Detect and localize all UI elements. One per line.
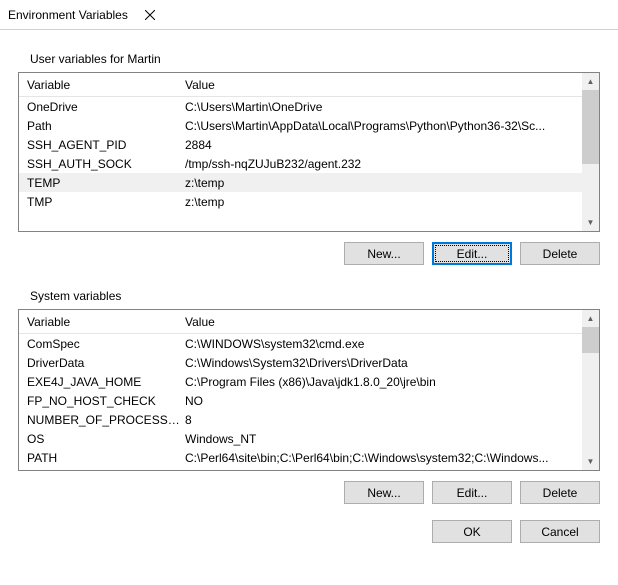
table-row[interactable]: TEMPz:\temp	[19, 173, 582, 192]
user-variables-group: User variables for Martin Variable Value…	[18, 44, 600, 265]
cell-variable: ComSpec	[19, 337, 181, 351]
cell-value: C:\Users\Martin\OneDrive	[181, 100, 582, 114]
table-row[interactable]: SSH_AUTH_SOCK/tmp/ssh-nqZUJuB232/agent.2…	[19, 154, 582, 173]
cell-variable: PATH	[19, 451, 181, 465]
cell-variable: OneDrive	[19, 100, 181, 114]
cell-variable: TEMP	[19, 176, 181, 190]
cell-value: NO	[181, 394, 582, 408]
system-variables-label: System variables	[26, 289, 125, 303]
cell-variable: FP_NO_HOST_CHECK	[19, 394, 181, 408]
user-variables-label: User variables for Martin	[26, 52, 165, 66]
cell-value: C:\Program Files (x86)\Java\jdk1.8.0_20\…	[181, 375, 582, 389]
scroll-down-icon[interactable]: ▼	[582, 453, 599, 470]
cell-value: C:\WINDOWS\system32\cmd.exe	[181, 337, 582, 351]
window-title: Environment Variables	[8, 8, 128, 22]
ok-button[interactable]: OK	[432, 520, 512, 543]
table-row[interactable]: OneDriveC:\Users\Martin\OneDrive	[19, 97, 582, 116]
user-variables-list[interactable]: Variable Value OneDriveC:\Users\Martin\O…	[18, 72, 600, 232]
cell-variable: DriverData	[19, 356, 181, 370]
system-edit-button[interactable]: Edit...	[432, 481, 512, 504]
scroll-down-icon[interactable]: ▼	[582, 214, 599, 231]
cell-variable: NUMBER_OF_PROCESSORS	[19, 413, 181, 427]
system-delete-button[interactable]: Delete	[520, 481, 600, 504]
cell-value: C:\Perl64\site\bin;C:\Perl64\bin;C:\Wind…	[181, 451, 582, 465]
system-variables-list[interactable]: Variable Value ComSpecC:\WINDOWS\system3…	[18, 309, 600, 471]
cell-value: C:\Users\Martin\AppData\Local\Programs\P…	[181, 119, 582, 133]
system-new-button[interactable]: New...	[344, 481, 424, 504]
cell-variable: SSH_AUTH_SOCK	[19, 157, 181, 171]
scroll-thumb[interactable]	[582, 327, 599, 353]
table-row[interactable]: FP_NO_HOST_CHECKNO	[19, 391, 582, 410]
table-row[interactable]: ComSpecC:\WINDOWS\system32\cmd.exe	[19, 334, 582, 353]
table-row[interactable]: PATHC:\Perl64\site\bin;C:\Perl64\bin;C:\…	[19, 448, 582, 467]
scroll-up-icon[interactable]: ▲	[582, 73, 599, 90]
column-header-value[interactable]: Value	[181, 78, 582, 92]
column-header-value[interactable]: Value	[181, 315, 582, 329]
table-row[interactable]: PathC:\Users\Martin\AppData\Local\Progra…	[19, 116, 582, 135]
cell-value: Windows_NT	[181, 432, 582, 446]
cell-variable: Path	[19, 119, 181, 133]
cell-value: z:\temp	[181, 195, 582, 209]
scroll-up-icon[interactable]: ▲	[582, 310, 599, 327]
table-row[interactable]: EXE4J_JAVA_HOMEC:\Program Files (x86)\Ja…	[19, 372, 582, 391]
cell-value: 8	[181, 413, 582, 427]
user-edit-button[interactable]: Edit...	[432, 242, 512, 265]
table-row[interactable]: OSWindows_NT	[19, 429, 582, 448]
table-row[interactable]: NUMBER_OF_PROCESSORS8	[19, 410, 582, 429]
system-variables-group: System variables Variable Value ComSpecC…	[18, 281, 600, 504]
scroll-thumb[interactable]	[582, 90, 599, 164]
scrollbar[interactable]: ▲ ▼	[582, 73, 599, 231]
user-new-button[interactable]: New...	[344, 242, 424, 265]
scrollbar[interactable]: ▲ ▼	[582, 310, 599, 470]
table-row[interactable]: SSH_AGENT_PID2884	[19, 135, 582, 154]
list-header: Variable Value	[19, 310, 582, 334]
column-header-variable[interactable]: Variable	[19, 78, 181, 92]
cancel-button[interactable]: Cancel	[520, 520, 600, 543]
cell-value: 2884	[181, 138, 582, 152]
cell-variable: TMP	[19, 195, 181, 209]
cell-variable: SSH_AGENT_PID	[19, 138, 181, 152]
cell-value: z:\temp	[181, 176, 582, 190]
user-delete-button[interactable]: Delete	[520, 242, 600, 265]
titlebar: Environment Variables	[0, 0, 618, 30]
close-button[interactable]	[128, 0, 173, 30]
cell-value: C:\Windows\System32\Drivers\DriverData	[181, 356, 582, 370]
close-icon	[145, 10, 155, 20]
list-header: Variable Value	[19, 73, 582, 97]
cell-value: /tmp/ssh-nqZUJuB232/agent.232	[181, 157, 582, 171]
cell-variable: OS	[19, 432, 181, 446]
cell-variable: EXE4J_JAVA_HOME	[19, 375, 181, 389]
table-row[interactable]: DriverDataC:\Windows\System32\Drivers\Dr…	[19, 353, 582, 372]
column-header-variable[interactable]: Variable	[19, 315, 181, 329]
table-row[interactable]: TMPz:\temp	[19, 192, 582, 211]
